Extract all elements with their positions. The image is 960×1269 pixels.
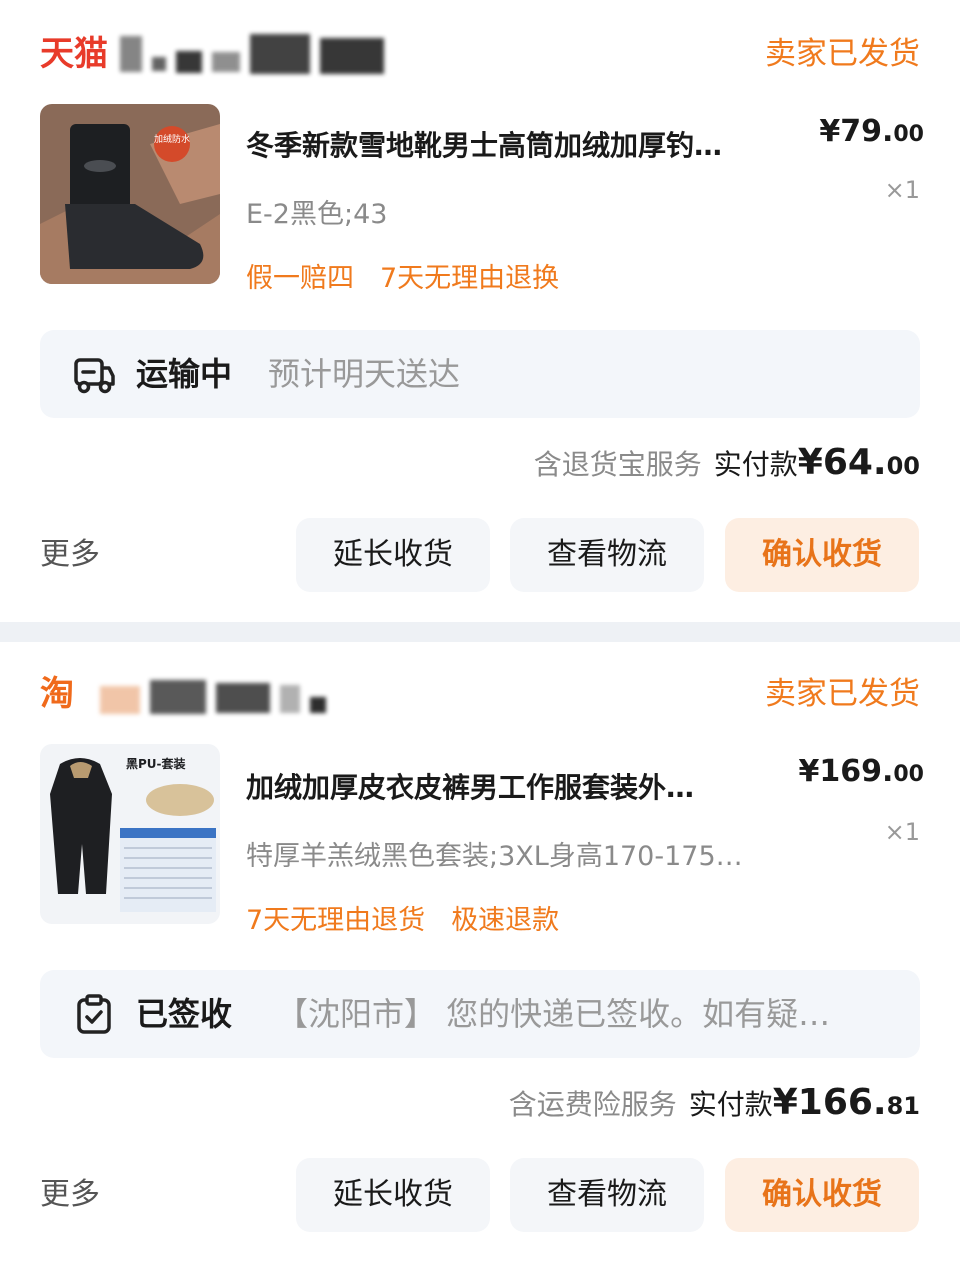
logistics-status: 已签收 — [136, 995, 233, 1033]
shop-name-blurred — [100, 674, 326, 714]
view-logistics-button[interactable]: 查看物流 — [510, 518, 704, 592]
order-card[interactable]: 天猫 卖家已发货 加绒防水 冬季新款雪地靴男士高筒加绒加厚钓… ¥79.00 ×… — [0, 0, 960, 622]
more-button[interactable]: 更多 — [40, 518, 100, 592]
view-logistics-button[interactable]: 查看物流 — [510, 1158, 704, 1232]
order-actions: 更多 延长收货 查看物流 确认收货 — [40, 1158, 920, 1232]
product-thumbnail[interactable]: 加绒防水 — [40, 104, 220, 284]
shop-header[interactable]: 淘 卖家已发货 — [40, 668, 920, 720]
clipboard-check-icon — [77, 994, 111, 1034]
service-tag: 7天无理由退换 — [380, 263, 560, 294]
order-status: 卖家已发货 — [765, 676, 920, 712]
product-quantity: ×1 — [884, 818, 920, 846]
order-actions: 更多 延长收货 查看物流 确认收货 — [40, 518, 920, 592]
included-service: 含运费险服务 — [508, 1088, 677, 1121]
order-status: 卖家已发货 — [765, 36, 920, 72]
tmall-logo: 天猫 — [40, 34, 108, 74]
product-price: ¥169.00 — [798, 754, 924, 789]
taobao-logo: 淘 — [40, 674, 74, 714]
service-tags: 7天无理由退货 极速退款 — [246, 898, 559, 937]
logistics-status: 运输中 — [136, 355, 233, 393]
paid-amount: ¥166.81 — [772, 1082, 920, 1123]
card-separator — [0, 622, 960, 642]
logistics-summary[interactable]: 已签收 【沈阳市】 您的快递已签收。如有疑… — [40, 970, 920, 1058]
service-tag: 假一赔四 — [246, 263, 354, 294]
extend-receipt-button[interactable]: 延长收货 — [296, 1158, 490, 1232]
logistics-detail: 预计明天送达 — [268, 355, 461, 393]
payment-summary: 含运费险服务 实付款 ¥166.81 — [509, 1082, 920, 1132]
thumb-badge-text: 黑PU-套装 — [126, 756, 186, 771]
product-title[interactable]: 加绒加厚皮衣皮裤男工作服套装外… — [246, 766, 694, 806]
service-tag: 极速退款 — [451, 905, 560, 936]
paid-amount: ¥64.00 — [797, 442, 920, 483]
included-service: 含退货宝服务 — [533, 448, 702, 481]
product-title[interactable]: 冬季新款雪地靴男士高筒加绒加厚钓… — [246, 124, 722, 164]
order-list-page: 天猫 卖家已发货 加绒防水 冬季新款雪地靴男士高筒加绒加厚钓… ¥79.00 ×… — [0, 0, 960, 1269]
payment-summary: 含退货宝服务 实付款 ¥64.00 — [534, 442, 920, 492]
confirm-receipt-button[interactable]: 确认收货 — [725, 518, 919, 592]
truck-icon — [74, 358, 115, 394]
product-price: ¥79.00 — [819, 114, 924, 149]
thumb-badge-text: 加绒防水 — [154, 133, 190, 145]
more-button[interactable]: 更多 — [40, 1158, 100, 1232]
service-tags: 假一赔四 7天无理由退换 — [246, 256, 559, 295]
shop-header[interactable]: 天猫 卖家已发货 — [40, 28, 920, 80]
confirm-receipt-button[interactable]: 确认收货 — [725, 1158, 919, 1232]
product-thumbnail[interactable]: 黑PU-套装 — [40, 744, 220, 924]
service-tag: 7天无理由退货 — [246, 905, 426, 936]
logistics-summary[interactable]: 运输中 预计明天送达 — [40, 330, 920, 418]
extend-receipt-button[interactable]: 延长收货 — [296, 518, 490, 592]
paid-label: 实付款 — [713, 448, 798, 481]
paid-label: 实付款 — [688, 1088, 773, 1121]
logistics-detail: 【沈阳市】 您的快递已签收。如有疑… — [276, 995, 831, 1033]
order-card[interactable]: 淘 卖家已发货 黑PU-套装 加绒加厚皮衣皮裤男工作服套装外… ¥169.00 … — [0, 642, 960, 1269]
product-quantity: ×1 — [884, 176, 920, 204]
shop-name-blurred — [120, 34, 384, 74]
product-spec: E-2黑色;43 — [246, 199, 388, 230]
product-spec: 特厚羊羔绒黑色套装;3XL身高170-175… — [246, 841, 743, 872]
